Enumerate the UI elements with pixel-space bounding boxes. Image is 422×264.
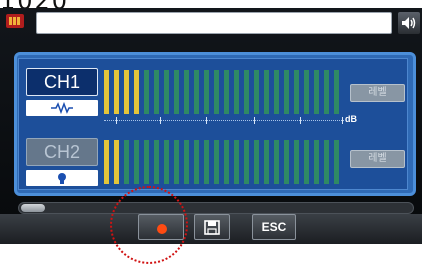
ch2-level-button[interactable]: 레벨 — [350, 150, 405, 168]
volume-button[interactable] — [398, 12, 420, 34]
meter-segment — [264, 70, 269, 114]
meter-segment — [134, 70, 139, 114]
meter-segment — [114, 140, 119, 184]
meter-segment — [244, 140, 249, 184]
meter-segment — [254, 140, 259, 184]
highlight-circle — [110, 186, 188, 264]
meter-segment — [284, 140, 289, 184]
meter-segment — [254, 70, 259, 114]
meter-segment — [144, 140, 149, 184]
battery-icon — [6, 14, 24, 28]
meter-segment — [334, 140, 339, 184]
meter-segment — [174, 140, 179, 184]
meter-segment — [104, 70, 109, 114]
db-unit-label: dB — [345, 114, 357, 124]
meter-segment — [124, 70, 129, 114]
meter-segment — [304, 70, 309, 114]
meter-segment — [224, 70, 229, 114]
scroll-thumb[interactable] — [21, 204, 45, 212]
meter-segment — [124, 140, 129, 184]
meter-segment — [164, 70, 169, 114]
meter-segment — [164, 140, 169, 184]
meter-segment — [314, 70, 319, 114]
ch2-button[interactable]: CH2 — [26, 138, 98, 166]
meter-segment — [334, 70, 339, 114]
cut-off-heading-text: 1020 — [0, 0, 69, 8]
ch2-input-toggle[interactable] — [26, 170, 98, 186]
waveform-icon — [51, 102, 73, 114]
meter-segment — [234, 140, 239, 184]
db-scale — [104, 117, 344, 129]
meter-segment — [324, 140, 329, 184]
save-button[interactable] — [194, 214, 230, 240]
microphone-icon — [58, 173, 66, 184]
meter-segment — [294, 70, 299, 114]
meter-segment — [294, 140, 299, 184]
meter-segment — [264, 140, 269, 184]
meter-segment — [274, 70, 279, 114]
ch1-level-button[interactable]: 레벨 — [350, 84, 405, 102]
ch2-level-meter — [104, 140, 344, 184]
ch1-level-meter — [104, 70, 344, 114]
meter-segment — [214, 70, 219, 114]
meter-segment — [154, 70, 159, 114]
meter-segment — [184, 140, 189, 184]
esc-button[interactable]: ESC — [252, 214, 296, 240]
meter-segment — [284, 70, 289, 114]
meter-segment — [154, 140, 159, 184]
save-icon — [204, 220, 220, 235]
speaker-icon — [402, 17, 416, 29]
ch1-input-toggle[interactable] — [26, 100, 98, 116]
meter-segment — [244, 70, 249, 114]
meter-segment — [194, 140, 199, 184]
meter-segment — [314, 140, 319, 184]
meter-segment — [204, 70, 209, 114]
meter-segment — [204, 140, 209, 184]
meter-segment — [234, 70, 239, 114]
meter-segment — [184, 70, 189, 114]
meter-segment — [224, 140, 229, 184]
meter-segment — [104, 140, 109, 184]
cut-off-heading: 1020 — [0, 0, 422, 8]
meter-segment — [304, 140, 309, 184]
position-scrollbar[interactable] — [18, 202, 414, 214]
meter-segment — [134, 140, 139, 184]
meter-segment — [194, 70, 199, 114]
meter-segment — [214, 140, 219, 184]
ch1-button[interactable]: CH1 — [26, 68, 98, 96]
title-field — [36, 12, 392, 34]
meter-segment — [144, 70, 149, 114]
meter-segment — [114, 70, 119, 114]
meter-segment — [324, 70, 329, 114]
meter-segment — [274, 140, 279, 184]
meter-segment — [174, 70, 179, 114]
